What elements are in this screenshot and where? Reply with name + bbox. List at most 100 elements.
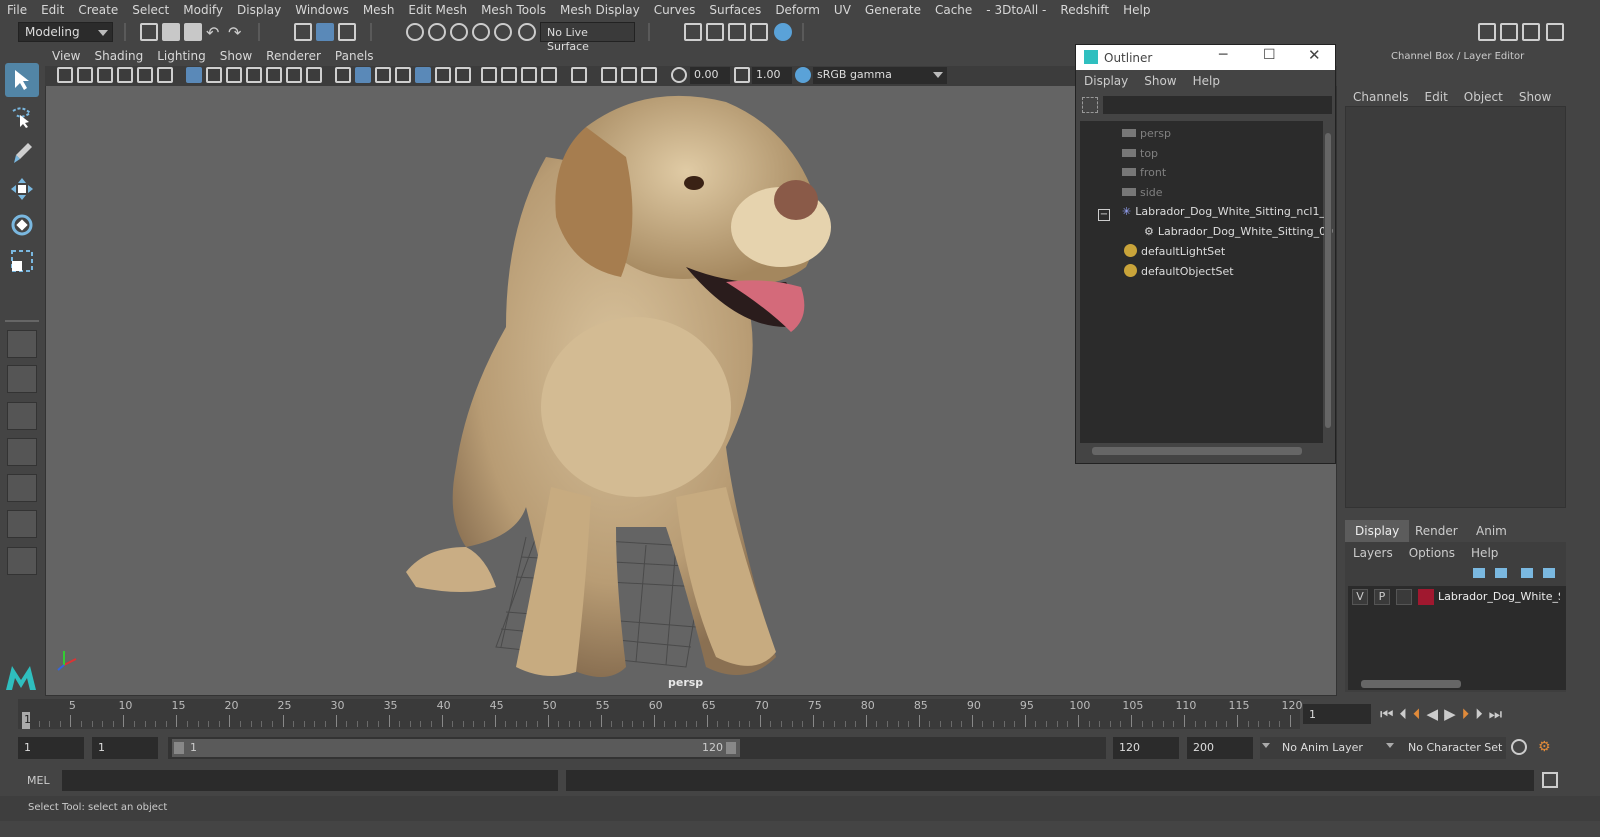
menu-display[interactable]: Display [230, 3, 288, 17]
exposure-icon[interactable] [671, 67, 687, 83]
new-layer-icon[interactable] [1521, 568, 1533, 578]
outliner-item-mesh[interactable]: ⚙ Labrador_Dog_White_Sitting_00 [1144, 225, 1333, 243]
select-component-icon[interactable] [338, 23, 356, 41]
channel-menu-edit[interactable]: Edit [1417, 90, 1456, 104]
menu-set-dropdown[interactable]: Modeling [18, 22, 113, 42]
lasso-tool-button[interactable] [5, 100, 39, 134]
close-icon[interactable]: ✕ [1308, 46, 1321, 64]
snap-surface-icon[interactable] [494, 23, 512, 41]
time-slider[interactable]: 5 10 15 20 25 30 35 40 45 50 55 60 65 70 75 80 85 90 95 100… [18, 699, 1303, 729]
maximize-icon[interactable]: ☐ [1263, 47, 1276, 63]
snap-point-icon[interactable] [450, 23, 468, 41]
play-forward-icon[interactable]: ▶ [1444, 705, 1462, 723]
channel-menu-show[interactable]: Show [1511, 90, 1559, 104]
command-language-toggle[interactable]: MEL [27, 774, 50, 787]
grid-icon[interactable] [186, 67, 202, 83]
use-all-lights-icon[interactable] [435, 67, 451, 83]
menu-help[interactable]: Help [1116, 3, 1157, 17]
hypershade-icon[interactable] [774, 23, 792, 41]
menu-surfaces[interactable]: Surfaces [702, 3, 768, 17]
layer-menu-layers[interactable]: Layers [1345, 546, 1401, 560]
channel-box-icon[interactable] [1546, 23, 1564, 41]
snap-grid-icon[interactable] [406, 23, 424, 41]
scale-tool-button[interactable] [5, 244, 39, 278]
menu-create[interactable]: Create [71, 3, 125, 17]
layer-row[interactable]: V P Labrador_Dog_White_Sit [1352, 589, 1560, 607]
layer-tab-display[interactable]: Display [1345, 520, 1410, 542]
panel-menu-lighting[interactable]: Lighting [150, 49, 213, 63]
snap-curve-icon[interactable] [428, 23, 446, 41]
persp-uv-layout-button[interactable] [7, 510, 37, 538]
outliner-vertical-scrollbar[interactable] [1324, 121, 1332, 443]
wireframe-icon[interactable] [335, 67, 351, 83]
menu-mesh[interactable]: Mesh [356, 3, 402, 17]
persp-hypershade-layout-button[interactable] [7, 474, 37, 502]
command-input[interactable] [62, 770, 558, 791]
single-perspective-layout-button[interactable] [7, 330, 37, 358]
color-space-dropdown[interactable]: sRGB gamma [813, 67, 947, 84]
next-key-icon[interactable]: ⏵ [1462, 705, 1476, 723]
wireframe-on-shaded-icon[interactable] [395, 67, 411, 83]
menu-uv[interactable]: UV [827, 3, 858, 17]
use-default-material-icon[interactable] [375, 67, 391, 83]
snap-view-icon[interactable] [472, 23, 490, 41]
attribute-editor-icon[interactable] [1500, 23, 1518, 41]
gate-mask-icon[interactable] [246, 67, 262, 83]
custom-layout-button[interactable] [7, 547, 37, 575]
field-chart-icon[interactable] [266, 67, 282, 83]
go-to-end-icon[interactable]: ⏭ [1489, 705, 1509, 723]
outliner-item-object-set[interactable]: defaultObjectSet [1124, 264, 1234, 282]
layer-display-type-toggle[interactable] [1396, 589, 1412, 605]
render-view-icon[interactable] [750, 23, 768, 41]
xray-icon[interactable] [601, 67, 617, 83]
four-view-layout-button[interactable] [7, 365, 37, 393]
gamma-icon[interactable] [734, 67, 750, 83]
scrollbar-thumb[interactable] [1325, 133, 1331, 428]
outliner-item-top[interactable]: top [1122, 147, 1158, 165]
menu-windows[interactable]: Windows [288, 3, 356, 17]
step-back-icon[interactable]: ⏴ [1400, 705, 1414, 723]
move-tool-button[interactable] [5, 172, 39, 206]
outliner-item-light-set[interactable]: defaultLightSet [1124, 244, 1225, 262]
outliner-item-front[interactable]: front [1122, 166, 1166, 184]
image-plane-icon[interactable] [117, 67, 133, 83]
select-object-icon[interactable] [316, 23, 334, 41]
channel-menu-object[interactable]: Object [1456, 90, 1511, 104]
filter-icon[interactable] [1082, 97, 1098, 113]
exposure-field[interactable]: 0.00 [690, 67, 730, 84]
smooth-shade-icon[interactable] [355, 67, 371, 83]
move-layer-up-icon[interactable] [1473, 568, 1485, 578]
menu-file[interactable]: File [0, 3, 34, 17]
anti-aliasing-icon[interactable] [521, 67, 537, 83]
isolate-select-icon[interactable] [571, 67, 587, 83]
select-tool-button[interactable] [5, 63, 39, 97]
two-d-pan-icon[interactable] [137, 67, 153, 83]
step-forward-icon[interactable]: ⏵ [1475, 705, 1489, 723]
open-scene-icon[interactable] [162, 23, 180, 41]
panel-menu-panels[interactable]: Panels [328, 49, 381, 63]
outliner-menu-show[interactable]: Show [1136, 74, 1184, 88]
playback-end-field[interactable]: 120 [1113, 737, 1179, 759]
animation-preferences-icon[interactable]: ⚙ [1538, 739, 1556, 755]
outliner-menu-display[interactable]: Display [1076, 74, 1136, 88]
scrollbar-thumb[interactable] [1092, 447, 1302, 455]
modeling-toolkit-icon[interactable] [1478, 23, 1496, 41]
layer-playback-toggle[interactable]: P [1374, 589, 1390, 605]
outliner-item-group[interactable]: − ✳ Labrador_Dog_White_Sitting_ncl1_1 [1098, 205, 1332, 223]
layer-menu-options[interactable]: Options [1401, 546, 1463, 560]
view-transform-icon[interactable] [795, 67, 811, 83]
depth-of-field-icon[interactable] [541, 67, 557, 83]
playback-start-field[interactable]: 1 [92, 737, 158, 759]
gamma-field[interactable]: 1.00 [752, 67, 792, 84]
redo-icon[interactable]: ↷ [228, 23, 246, 42]
snap-live-icon[interactable] [518, 23, 536, 41]
new-scene-icon[interactable] [140, 23, 158, 41]
camera-select-icon[interactable] [57, 67, 73, 83]
panel-menu-show[interactable]: Show [213, 49, 259, 63]
layer-scrollbar-thumb[interactable] [1361, 680, 1461, 688]
prev-key-icon[interactable]: ⏴ [1413, 705, 1427, 723]
layer-menu-help[interactable]: Help [1463, 546, 1506, 560]
menu-mesh-tools[interactable]: Mesh Tools [474, 3, 553, 17]
paint-select-tool-button[interactable] [5, 136, 39, 170]
go-to-start-icon[interactable]: ⏮ [1380, 705, 1400, 723]
